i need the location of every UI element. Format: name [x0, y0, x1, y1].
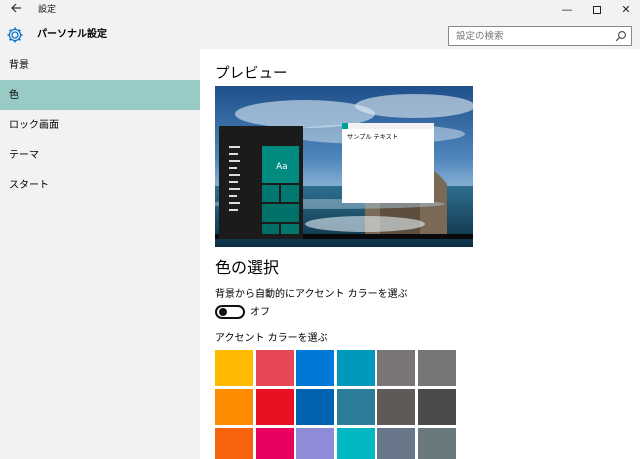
preview-image: Aa サンプル テキスト: [215, 86, 473, 247]
toggle-state-label: オフ: [250, 307, 270, 318]
sidebar-item-label: テーマ: [9, 150, 39, 161]
accent-color-swatch[interactable]: [255, 389, 294, 425]
sidebar-item-label: 背景: [9, 60, 29, 71]
accent-color-swatch[interactable]: [215, 350, 253, 386]
accent-color-swatch[interactable]: [377, 389, 416, 425]
sidebar-item-start[interactable]: スタート: [0, 170, 200, 200]
accent-color-swatch[interactable]: [255, 428, 294, 459]
maximize-button[interactable]: [583, 0, 611, 20]
sidebar-item-themes[interactable]: テーマ: [0, 140, 200, 170]
page-title: パーソナル設定: [37, 29, 107, 40]
accent-color-swatch[interactable]: [418, 428, 456, 459]
back-arrow-icon[interactable]: [8, 2, 24, 18]
sidebar-item-label: ロック画面: [9, 120, 59, 131]
accent-color-swatch[interactable]: [296, 389, 335, 425]
accent-color-label: アクセント カラーを選ぶ: [215, 333, 328, 344]
theme-preview: Aa サンプル テキスト: [215, 86, 473, 247]
accent-color-swatch[interactable]: [336, 350, 375, 386]
window-title: 設定: [38, 5, 57, 15]
close-button[interactable]: ✕: [612, 0, 640, 20]
accent-color-swatch[interactable]: [418, 389, 456, 425]
search-placeholder: 設定の検索: [456, 31, 504, 42]
auto-accent-toggle[interactable]: [215, 305, 245, 319]
search-icon[interactable]: [615, 30, 627, 42]
gear-icon: [6, 26, 24, 44]
accent-color-swatch[interactable]: [255, 350, 294, 386]
sidebar-item-background[interactable]: 背景: [0, 50, 200, 80]
toggle-knob: [219, 308, 227, 316]
title-bar: 設定 — ✕: [0, 0, 640, 20]
accent-color-swatch[interactable]: [296, 350, 335, 386]
sidebar-item-label: スタート: [9, 180, 49, 191]
accent-color-swatch[interactable]: [336, 389, 375, 425]
search-input[interactable]: 設定の検索: [448, 26, 632, 46]
sidebar-item-label: 色: [9, 90, 19, 101]
preview-tile-text: Aa: [276, 162, 288, 172]
app-header: パーソナル設定 設定の検索: [0, 20, 640, 49]
accent-color-swatch[interactable]: [215, 389, 253, 425]
accent-color-swatch[interactable]: [377, 428, 416, 459]
preview-heading: プレビュー: [215, 66, 288, 82]
sample-window-preview: サンプル テキスト: [342, 123, 434, 203]
color-heading: 色の選択: [215, 258, 280, 277]
minimize-button[interactable]: —: [553, 0, 581, 20]
auto-accent-label: 背景から自動的にアクセント カラーを選ぶ: [215, 289, 408, 300]
accent-color-swatch[interactable]: [296, 428, 335, 459]
sidebar: 背景 色 ロック画面 テーマ スタート: [0, 49, 200, 459]
start-menu-preview: Aa: [219, 126, 303, 239]
main-content: プレビュー Aa サンプル テキスト 色の選択 背景から自動的にアクセント カラ…: [200, 49, 640, 459]
sidebar-item-color[interactable]: 色: [0, 80, 200, 110]
maximize-icon: [593, 6, 601, 14]
accent-color-swatch[interactable]: [377, 350, 416, 386]
accent-color-swatch[interactable]: [418, 350, 456, 386]
sidebar-item-lock-screen[interactable]: ロック画面: [0, 110, 200, 140]
sample-window-text: サンプル テキスト: [347, 134, 398, 141]
accent-color-swatch[interactable]: [336, 428, 375, 459]
accent-color-swatch[interactable]: [215, 428, 253, 459]
